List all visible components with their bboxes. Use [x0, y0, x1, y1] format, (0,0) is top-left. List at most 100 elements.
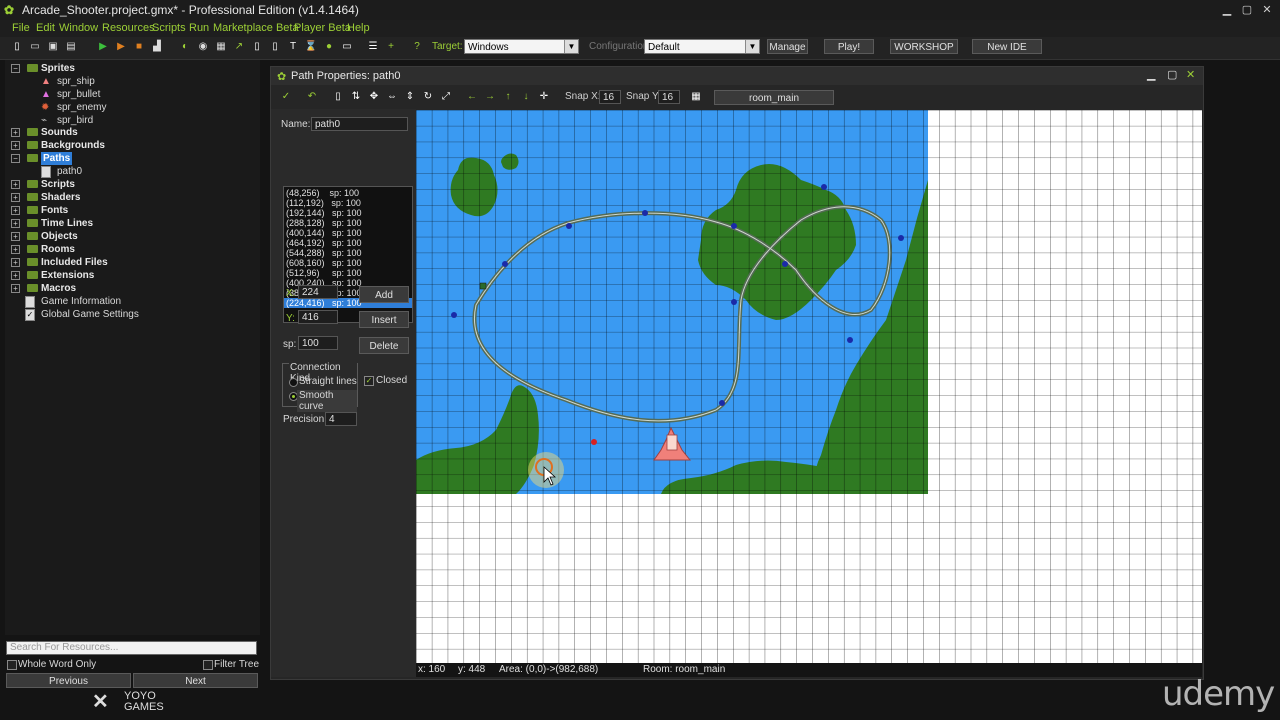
- path-point[interactable]: [847, 337, 853, 343]
- add-point-button[interactable]: Add: [359, 286, 409, 303]
- flip-vertical-icon[interactable]: ⇕: [403, 90, 417, 104]
- previous-button[interactable]: Previous: [6, 673, 131, 688]
- shift-right-icon[interactable]: →: [483, 90, 497, 104]
- insert-point-button[interactable]: Insert: [359, 311, 409, 328]
- expand-icon[interactable]: +: [11, 232, 20, 241]
- menu-run[interactable]: Run: [189, 22, 209, 34]
- target-select[interactable]: Windows ▼: [464, 39, 579, 54]
- resource-search-input[interactable]: Search For Resources...: [6, 641, 257, 655]
- workshop-button[interactable]: WORKSHOP: [890, 39, 958, 54]
- expand-icon[interactable]: +: [11, 206, 20, 215]
- shift-left-icon[interactable]: ←: [465, 90, 479, 104]
- list-item[interactable]: (464,192) sp: 100: [284, 238, 412, 248]
- grid-toggle-icon[interactable]: ▦: [689, 90, 703, 104]
- save-icon[interactable]: ▣: [46, 40, 60, 54]
- scale-path-icon[interactable]: ⤢: [439, 90, 453, 104]
- list-item[interactable]: (48,256) sp: 100: [284, 188, 412, 198]
- path-close-icon[interactable]: ✕: [1186, 68, 1195, 81]
- shift-down-icon[interactable]: ↓: [519, 90, 533, 104]
- add-sound-icon[interactable]: ◉: [196, 40, 210, 54]
- path-point[interactable]: [898, 235, 904, 241]
- expand-icon[interactable]: +: [11, 180, 20, 189]
- path-point[interactable]: [502, 261, 508, 267]
- help-icon[interactable]: ?: [410, 40, 424, 54]
- new-file-icon[interactable]: ▯: [10, 40, 24, 54]
- expand-icon[interactable]: +: [11, 271, 20, 280]
- center-view-icon[interactable]: ✛: [537, 90, 551, 104]
- snap-x-input[interactable]: 16: [599, 90, 621, 104]
- menu-edit[interactable]: Edit: [36, 22, 55, 34]
- export-icon[interactable]: ▤: [64, 40, 78, 54]
- path-point[interactable]: [782, 261, 788, 267]
- menu-scripts[interactable]: Scripts: [152, 22, 186, 34]
- path-editor-canvas[interactable]: [416, 110, 1202, 663]
- clear-path-icon[interactable]: ▯: [331, 90, 345, 104]
- debug-icon[interactable]: ▶: [114, 40, 128, 54]
- collapse-icon[interactable]: −: [11, 154, 20, 163]
- menu-help[interactable]: Help: [347, 22, 370, 34]
- next-button[interactable]: Next: [133, 673, 258, 688]
- expand-icon[interactable]: +: [11, 141, 20, 150]
- expand-icon[interactable]: +: [11, 258, 20, 267]
- add-timeline-icon[interactable]: ⌛: [304, 40, 318, 54]
- path-point[interactable]: [566, 223, 572, 229]
- manage-button[interactable]: Manage: [767, 39, 808, 54]
- new-ide-button[interactable]: New IDE: [972, 39, 1042, 54]
- path-point[interactable]: [451, 312, 457, 318]
- whole-word-checkbox[interactable]: [7, 660, 17, 670]
- menu-file[interactable]: File: [12, 22, 30, 34]
- mirror-horizontal-icon[interactable]: ⇔: [385, 90, 399, 104]
- add-room-icon[interactable]: ▭: [340, 40, 354, 54]
- list-item[interactable]: (512,96) sp: 100: [284, 268, 412, 278]
- list-icon[interactable]: ☰: [366, 40, 380, 54]
- list-item[interactable]: (288,128) sp: 100: [284, 218, 412, 228]
- add-script-icon[interactable]: ▯: [250, 40, 264, 54]
- precision-input[interactable]: 4: [325, 412, 357, 426]
- path-point[interactable]: [821, 184, 827, 190]
- create-exe-icon[interactable]: ▟: [150, 40, 164, 54]
- selected-point[interactable]: [591, 439, 597, 445]
- path-start-point[interactable]: [479, 282, 487, 290]
- menu-window[interactable]: Window: [59, 22, 98, 34]
- add-font-icon[interactable]: T: [286, 40, 300, 54]
- add-object-icon[interactable]: ●: [322, 40, 336, 54]
- path-point[interactable]: [642, 210, 648, 216]
- path-point[interactable]: [731, 223, 737, 229]
- sp-input[interactable]: 100: [298, 336, 338, 350]
- expand-icon[interactable]: +: [11, 245, 20, 254]
- configuration-select[interactable]: Default ▼: [644, 39, 760, 54]
- expand-icon[interactable]: +: [11, 193, 20, 202]
- shift-path-icon[interactable]: ✥: [367, 90, 381, 104]
- undo-icon[interactable]: ↶: [305, 90, 319, 104]
- add-path-icon[interactable]: ↗: [232, 40, 246, 54]
- straight-lines-radio[interactable]: [289, 378, 298, 387]
- rotate-path-icon[interactable]: ↻: [421, 90, 435, 104]
- reverse-path-icon[interactable]: ⇅: [349, 90, 363, 104]
- add-background-icon[interactable]: ▦: [214, 40, 228, 54]
- menu-marketplace[interactable]: Marketplace Beta: [213, 22, 299, 34]
- maximize-icon[interactable]: ▢: [1238, 2, 1256, 18]
- play-button[interactable]: Play!: [824, 39, 874, 54]
- menu-resources[interactable]: Resources: [102, 22, 155, 34]
- path-minimize-icon[interactable]: ▁: [1147, 68, 1155, 81]
- list-item[interactable]: (400,144) sp: 100: [284, 228, 412, 238]
- list-item[interactable]: (192,144) sp: 100: [284, 208, 412, 218]
- closed-checkbox[interactable]: ✓: [364, 376, 374, 386]
- menu-player[interactable]: Player Beta: [294, 22, 351, 34]
- y-input[interactable]: 416: [298, 310, 338, 324]
- path-maximize-icon[interactable]: ▢: [1167, 68, 1177, 81]
- room-select-button[interactable]: room_main: [714, 90, 834, 105]
- stop-icon[interactable]: ■: [132, 40, 146, 54]
- x-input[interactable]: 224: [298, 285, 338, 299]
- add-sprite-icon[interactable]: ◐: [178, 40, 192, 54]
- close-icon[interactable]: ✕: [1258, 2, 1276, 18]
- filter-tree-checkbox[interactable]: [203, 660, 213, 670]
- room-preview-svg[interactable]: [416, 110, 1202, 663]
- run-icon[interactable]: ▶: [96, 40, 110, 54]
- add-constant-icon[interactable]: +: [384, 40, 398, 54]
- delete-point-button[interactable]: Delete: [359, 337, 409, 354]
- list-item[interactable]: (544,288) sp: 100: [284, 248, 412, 258]
- expand-icon[interactable]: +: [11, 284, 20, 293]
- collapse-icon[interactable]: −: [11, 64, 20, 73]
- path-name-input[interactable]: path0: [311, 117, 408, 131]
